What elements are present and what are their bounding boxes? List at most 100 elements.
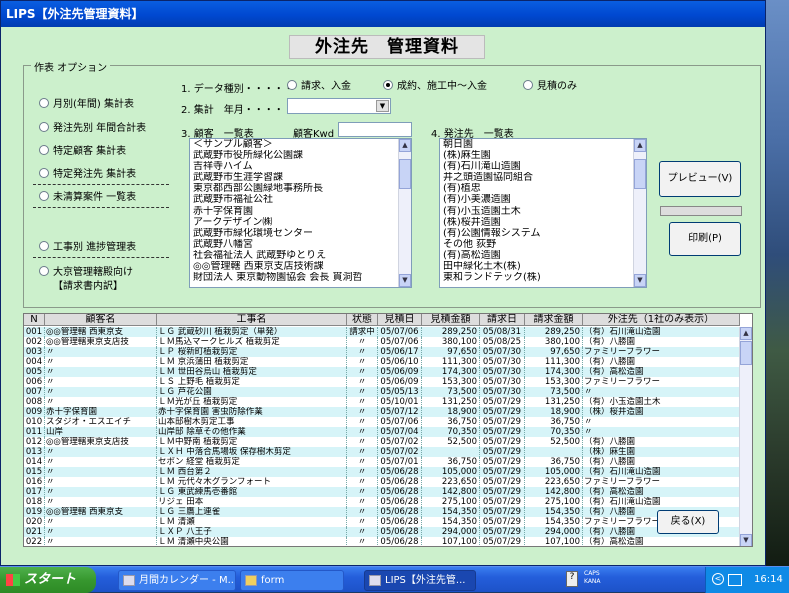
customer-list-item[interactable]: 武蔵野市福祉公社 — [190, 194, 411, 205]
supplier-list-item[interactable]: (有)植忠 — [440, 183, 646, 194]
ime-icon[interactable]: ? — [566, 571, 578, 587]
report-unsettled[interactable]: 未清算案件 一覧表 — [39, 191, 136, 204]
table-cell: 005 — [24, 367, 45, 377]
table-row[interactable]: 012 ◎◎管理轄東京支店技 ＬＭ中野南 植栽剪定〃 05/07/02 52,500 05… — [24, 437, 740, 447]
supplier-list-item[interactable]: (株)桜井造園 — [440, 217, 646, 228]
clock[interactable]: 16:14 — [754, 567, 783, 593]
table-row[interactable]: 007 〃 ＬＧ 芦花公園〃 05/05/13 73,500 05/07/30 73,500… — [24, 387, 740, 397]
network-icon[interactable] — [728, 574, 742, 586]
radio-icon — [39, 145, 49, 155]
scroll-up-icon[interactable]: ▲ — [740, 327, 752, 340]
scroll-down-icon[interactable]: ▼ — [399, 274, 411, 287]
table-cell: 05/07/29 — [480, 497, 525, 507]
aggregate-month-select[interactable]: ▼ — [287, 98, 391, 114]
table-cell: 〃 — [583, 417, 740, 427]
table-row[interactable]: 010 スタジオ・エスエイチ 山本邸樹木剪定工事〃 05/07/06 36,750 05/… — [24, 417, 740, 427]
customer-list-item[interactable]: 東京都西部公園緑地事務所長 — [190, 183, 411, 194]
scroll-up-icon[interactable]: ▲ — [634, 139, 646, 152]
table-row[interactable]: 019 ◎◎管理轄 西東京支 ＬＧ 三鷹上連雀〃 05/06/28 154,350 05/… — [24, 507, 740, 517]
report-progress[interactable]: 工事別 進捗管理表 — [39, 241, 136, 254]
radio-icon — [39, 122, 49, 132]
taskbar-item-calendar[interactable]: 月間カレンダー - M... — [118, 570, 236, 591]
supplier-list-item[interactable]: (有)石川滝山造園 — [440, 161, 646, 172]
table-cell: 〃 — [45, 517, 157, 527]
supplier-list-item[interactable]: (有)公園情報システム — [440, 228, 646, 239]
table-row[interactable]: 016 〃 ＬＭ 元代々木グランフォート〃 05/06/28 223,650 05/07/… — [24, 477, 740, 487]
table-row[interactable]: 011 山岸 山岸邸 除草その他作業〃 05/07/04 70,350 05/07/29 7… — [24, 427, 740, 437]
datatype-estimate[interactable]: 見積のみ — [523, 80, 577, 93]
customer-list-item[interactable]: 財団法人 東京動物園協会 会長 貫洞哲 — [190, 272, 411, 283]
table-row[interactable]: 014 〃セボン 経堂 植栽剪定〃 05/07/01 36,750 05/07/29 36… — [24, 457, 740, 467]
customer-list[interactable]: ＜サンプル顧客＞ 武蔵野市役所緑化公園課 吉祥寺ハイム 武蔵野市生涯学習課 東京都西部公… — [189, 138, 412, 288]
customer-list-item[interactable]: 社会福祉法人 武蔵野ゆとりえ — [190, 250, 411, 261]
customer-kwd-input[interactable] — [338, 122, 412, 137]
back-button[interactable]: 戻る(X) — [657, 510, 719, 534]
scroll-thumb[interactable] — [634, 159, 646, 189]
scroll-thumb[interactable] — [740, 341, 752, 365]
customer-list-item[interactable]: アークデザイン㈱ — [190, 217, 411, 228]
supplier-list-item[interactable]: (有)小玉造園土木 — [440, 206, 646, 217]
table-cell: 山岸 — [45, 427, 157, 437]
supplier-list-item[interactable]: その他 荻野 — [440, 239, 646, 250]
scroll-thumb[interactable] — [399, 159, 411, 189]
table-row[interactable]: 013 〃 ＬＸＨ 中落合馬場坂 保存樹木剪定〃 05/07/02 05/07/29 （株… — [24, 447, 740, 457]
table-row[interactable]: 005 〃 ＬＭ 世田谷烏山 植栽剪定〃 05/06/09 174,300 05/07/3… — [24, 367, 740, 377]
customer-list-scrollbar[interactable]: ▲ ▼ — [398, 139, 411, 287]
table-row[interactable]: 002 ◎◎管理轄東京支店技 ＬＭ馬込マークヒルズ 植栽剪定〃 05/07/06 380… — [24, 337, 740, 347]
table-cell: 〃 — [347, 367, 378, 377]
chevron-left-icon[interactable]: < — [712, 573, 724, 585]
report-supplier[interactable]: 特定発注先 集計表 — [39, 168, 136, 181]
scroll-up-icon[interactable]: ▲ — [399, 139, 411, 152]
table-row[interactable]: 017 〃 ＬＧ 東武練馬壱番館〃 05/06/28 142,800 05/07/29 14… — [24, 487, 740, 497]
supplier-list-item[interactable]: 東和ランドテック(株) — [440, 272, 646, 283]
scroll-down-icon[interactable]: ▼ — [634, 274, 646, 287]
customer-list-item[interactable]: 武蔵野市緑化環境センター — [190, 228, 411, 239]
table-row[interactable]: 022 〃 ＬＭ 清瀬中央公園〃 05/06/28 107,100 05/07/29 107… — [24, 537, 740, 546]
customer-list-item[interactable]: 武蔵野市生涯学習課 — [190, 172, 411, 183]
scroll-down-icon[interactable]: ▼ — [740, 534, 752, 546]
datatype-contract[interactable]: 成約、施工中～入金 — [383, 80, 487, 93]
supplier-list-item[interactable]: (株)麻生園 — [440, 150, 646, 161]
supplier-list-scrollbar[interactable]: ▲ ▼ — [633, 139, 646, 287]
report-monthly[interactable]: 月別(年間) 集計表 — [39, 98, 134, 111]
supplier-list-item[interactable]: (有)小美濃造園 — [440, 194, 646, 205]
customer-list-item[interactable]: 赤十字保育園 — [190, 206, 411, 217]
customer-list-item[interactable]: ◎◎管理轄 西東京支店技術課 — [190, 261, 411, 272]
supplier-list-item[interactable]: 朝日園 — [440, 139, 646, 150]
table-cell: ファミリーフラワー — [583, 377, 740, 387]
print-button[interactable]: 印刷(P) — [669, 222, 741, 256]
folder-icon — [245, 575, 257, 586]
taskbar-item-form[interactable]: form — [240, 570, 344, 591]
table-cell: 山本邸樹木剪定工事 — [157, 417, 347, 427]
table-row[interactable]: 001 ◎◎管理轄 西東京支 ＬＧ 武蔵砂川 植栽剪定（単発） 請求中 05/07/06… — [24, 327, 740, 337]
datatype-billing[interactable]: 請求、入金 — [287, 80, 351, 93]
table-row[interactable]: 021 〃 ＬＸＰ 八王子〃 05/06/28 294,000 05/07/29 294,0… — [24, 527, 740, 537]
radio-icon — [39, 191, 49, 201]
supplier-list[interactable]: 朝日園 (株)麻生園 (有)石川滝山造園 井之頭造園協同組合 (有)植忠 (有)小美濃造園… — [439, 138, 647, 288]
supplier-list-item[interactable]: 田中緑化土木(株) — [440, 261, 646, 272]
customer-list-item[interactable]: 吉祥寺ハイム — [190, 161, 411, 172]
report-supplier-annual[interactable]: 発注先別 年間合計表 — [39, 122, 146, 135]
customer-list-item[interactable]: 武蔵野市役所緑化公園課 — [190, 150, 411, 161]
supplier-list-item[interactable]: (有)高松造園 — [440, 250, 646, 261]
table-cell: 05/07/29 — [480, 417, 525, 427]
table-row[interactable]: 018 〃リジェ 田本〃 05/06/28 275,100 05/07/29 275,10… — [24, 497, 740, 507]
table-cell: 〃 — [347, 407, 378, 417]
chevron-down-icon[interactable]: ▼ — [376, 100, 389, 112]
taskbar-item-lips[interactable]: LIPS【外注先管... — [364, 570, 476, 591]
supplier-list-item[interactable]: 井之頭造園協同組合 — [440, 172, 646, 183]
report-customer[interactable]: 特定顧客 集計表 — [39, 145, 126, 158]
preview-button[interactable]: プレビュー(V) — [659, 161, 741, 197]
table-cell: 〃 — [347, 347, 378, 357]
table-row[interactable]: 003 〃 ＬＰ 桜新町植栽剪定〃 05/06/17 97,650 05/07/30 97,… — [24, 347, 740, 357]
table-row[interactable]: 004 〃 ＬＭ 京浜蒲田 植栽剪定〃 05/06/10 111,300 05/07/30… — [24, 357, 740, 367]
table-row[interactable]: 006 〃 ＬＳ 上野毛 植栽剪定〃 05/06/09 153,300 05/07/30 1… — [24, 377, 740, 387]
table-row[interactable]: 009 赤十字保育園 赤十字保育園 害虫防除作業〃 05/07/12 18,900 05/… — [24, 407, 740, 417]
table-row[interactable]: 008 〃 ＬＭ光が丘 植栽剪定〃 05/10/01 131,250 05/07/29 13… — [24, 397, 740, 407]
start-button[interactable]: スタート — [0, 567, 96, 593]
table-row[interactable]: 020 〃 ＬＭ 清瀬〃 05/06/28 154,350 05/07/29 154,350… — [24, 517, 740, 527]
customer-list-item[interactable]: ＜サンプル顧客＞ — [190, 139, 411, 150]
customer-list-item[interactable]: 武蔵野八幡宮 — [190, 239, 411, 250]
table-scrollbar[interactable]: ▲ ▼ — [739, 327, 752, 546]
table-row[interactable]: 015 〃 ＬＭ 西台第２ 〃 05/06/28 105,000 05/07/29 105,0… — [24, 467, 740, 477]
